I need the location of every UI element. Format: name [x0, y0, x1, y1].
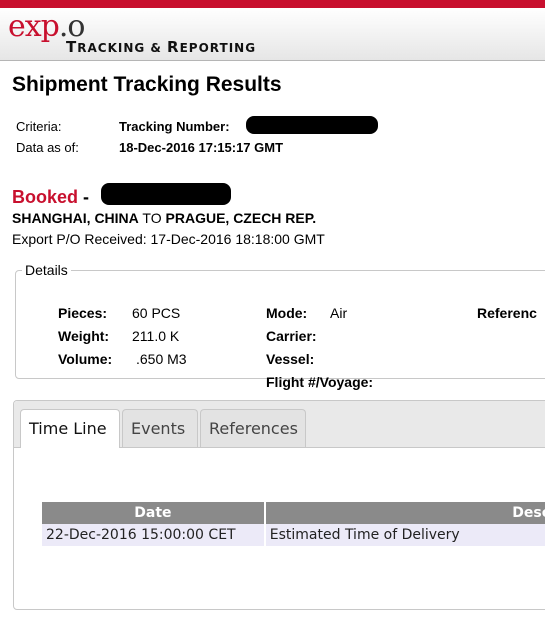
weight-label: Weight: — [58, 328, 110, 344]
criteria-label: Criteria: — [16, 119, 62, 134]
description-column-header[interactable]: Desc — [264, 502, 545, 524]
weight-value: 211.0 K — [132, 328, 180, 344]
volume-label: Volume: — [58, 351, 113, 367]
description-cell: Estimated Time of Delivery — [264, 524, 545, 546]
criteria-value: Tracking Number: — [119, 119, 230, 134]
export-received: Export P/O Received: 17-Dec-2016 18:18:0… — [12, 231, 325, 247]
data-as-of-value: 18-Dec-2016 17:15:17 GMT — [119, 140, 284, 155]
redacted-shipment-id — [101, 183, 231, 205]
mode-value: Air — [330, 305, 348, 321]
flight-voyage-label: Flight #/Voyage: — [266, 374, 374, 390]
data-as-of-label: Data as of: — [16, 140, 79, 155]
table-header-row: Date Desc — [42, 502, 545, 524]
page-title: Shipment Tracking Results — [12, 73, 282, 96]
vessel-label: Vessel: — [266, 351, 315, 367]
table-row: 22-Dec-2016 15:00:00 CET Estimated Time … — [42, 524, 545, 546]
app-subtitle: TRACKING & REPORTING — [66, 38, 257, 56]
date-column-header[interactable]: Date — [42, 502, 266, 524]
volume-value: .650 M3 — [136, 351, 187, 367]
shipment-route: SHANGHAI, CHINA TO PRAGUE, CZECH REP. — [12, 210, 317, 226]
app-header: exp.o TRACKING & REPORTING — [0, 8, 545, 61]
brand-bar — [0, 0, 545, 8]
tabs-panel: Time Line Events References Date Desc 22… — [13, 400, 545, 610]
pieces-value: 60 PCS — [132, 305, 181, 321]
carrier-label: Carrier: — [266, 328, 317, 344]
reference-label: Referenc — [477, 305, 537, 321]
details-panel: Details Pieces: 60 PCS Weight: 211.0 K V… — [15, 262, 545, 390]
redacted-tracking-number — [246, 116, 378, 134]
date-cell: 22-Dec-2016 15:00:00 CET — [42, 524, 266, 546]
pieces-label: Pieces: — [58, 305, 108, 321]
details-legend: Details — [25, 262, 68, 278]
tab-references[interactable]: References — [200, 409, 306, 447]
tab-events[interactable]: Events — [122, 409, 198, 447]
tab-time-line[interactable]: Time Line — [20, 409, 120, 448]
shipment-status: Booked - — [12, 187, 90, 207]
mode-label: Mode: — [266, 305, 308, 321]
timeline-table: Date Desc 22-Dec-2016 15:00:00 CET Estim… — [42, 502, 545, 546]
